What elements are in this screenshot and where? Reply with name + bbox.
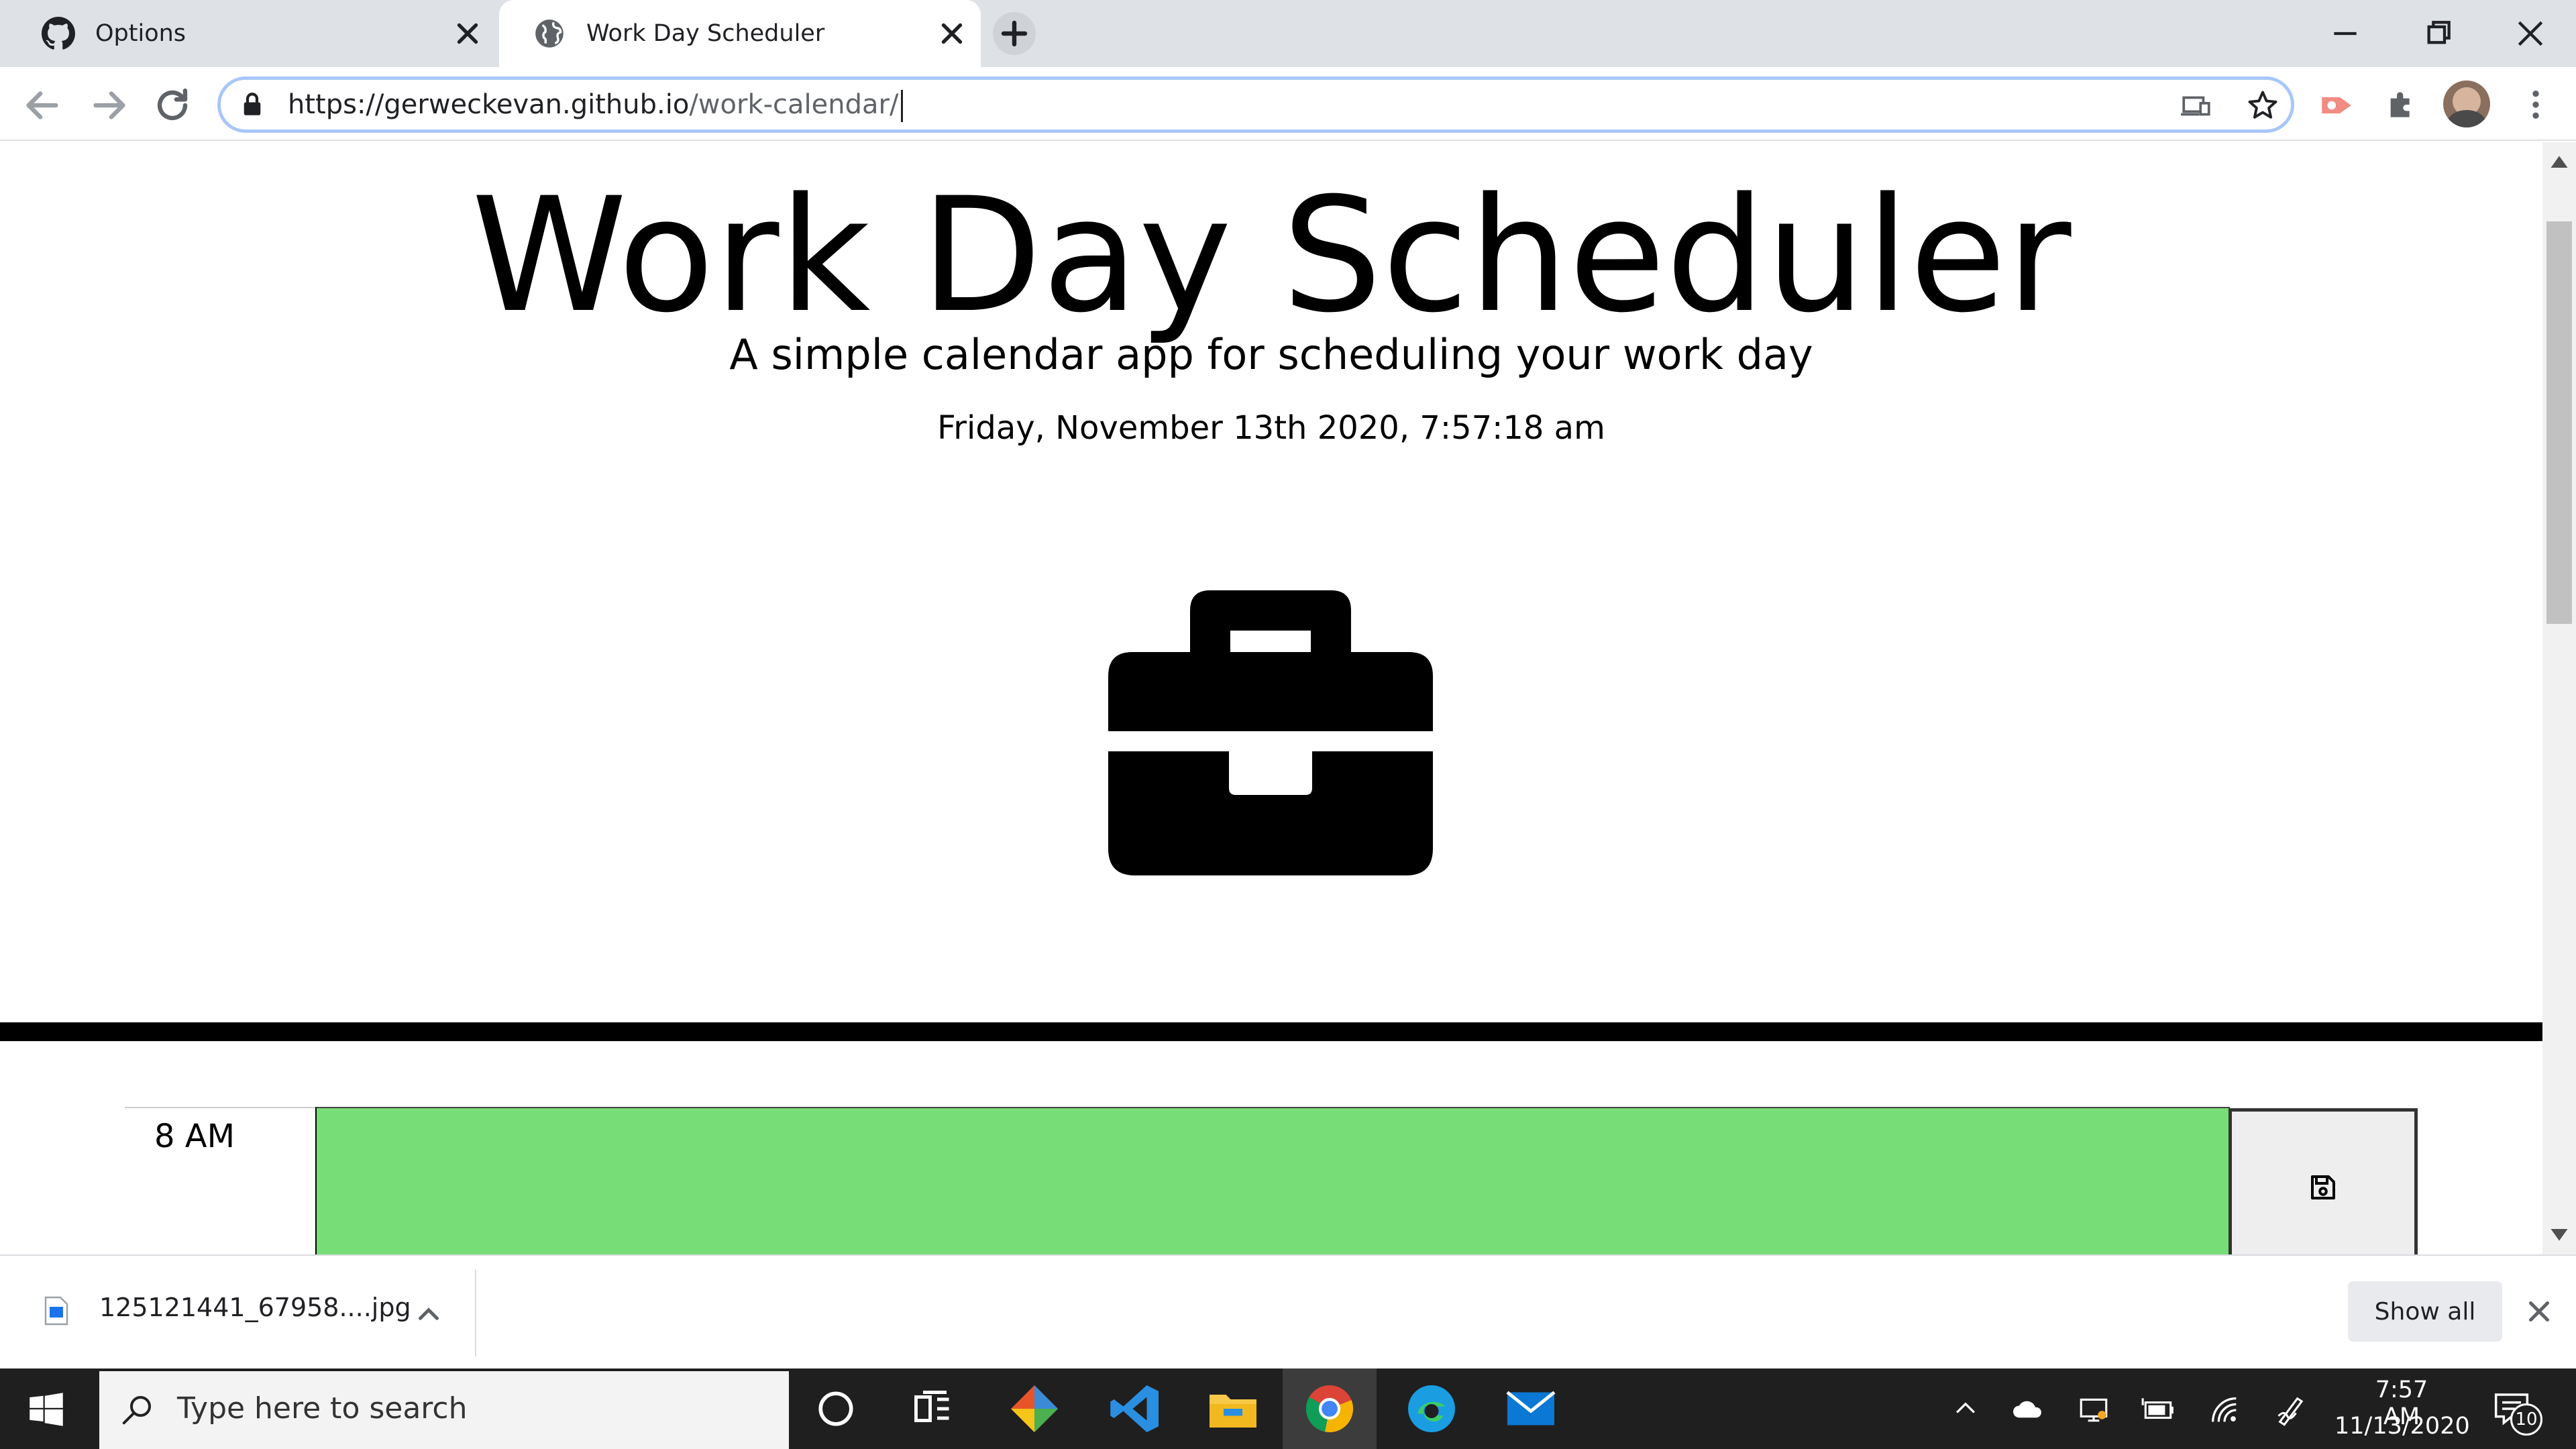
header-divider (0, 1022, 2542, 1041)
lock-icon[interactable] (238, 91, 266, 119)
search-placeholder: Type here to search (177, 1391, 468, 1426)
scrollbar-thumb[interactable] (2546, 221, 2572, 624)
search-icon (122, 1395, 152, 1425)
windows-taskbar: Type here to search 7:57 AM 11/13/2020 1… (0, 1368, 2576, 1449)
url-host: https://gerweckevan.github.io (288, 89, 690, 120)
chrome-icon (1305, 1385, 1354, 1433)
screencastify-extension-icon[interactable] (2317, 86, 2356, 125)
show-all-button[interactable]: Show all (2348, 1281, 2502, 1342)
taskbar-search-box[interactable]: Type here to search (99, 1371, 789, 1449)
browser-toolbar: https://gerweckevan.github.io/work-calen… (0, 67, 2576, 141)
cast-icon[interactable] (2180, 89, 2213, 123)
mail-icon[interactable] (1503, 1381, 1559, 1437)
image-file-icon (44, 1296, 68, 1326)
tab-options[interactable]: Options (8, 0, 496, 67)
edge-icon[interactable] (1403, 1381, 1460, 1437)
page-viewport: Work Day Scheduler A simple calendar app… (0, 142, 2542, 1254)
windows-start-icon[interactable] (28, 1391, 64, 1428)
text-caret (901, 90, 904, 122)
tab-work-day-scheduler[interactable]: Work Day Scheduler (499, 0, 981, 67)
pen-workspace-icon[interactable] (2274, 1393, 2309, 1428)
minimize-icon[interactable] (2318, 7, 2372, 60)
page-title: Work Day Scheduler (471, 164, 2072, 347)
wifi-icon[interactable] (2207, 1393, 2242, 1428)
chevron-up-icon[interactable] (1951, 1394, 1980, 1424)
close-icon[interactable] (451, 17, 484, 50)
file-explorer-icon[interactable] (1205, 1381, 1261, 1437)
download-file-name[interactable]: 125121441_67958....jpg (99, 1293, 411, 1322)
tab-work-day-scheduler-label: Work Day Scheduler (586, 20, 825, 47)
git-icon[interactable] (1006, 1381, 1063, 1437)
notification-count-badge: 10 (2510, 1403, 2542, 1436)
scroll-down-icon[interactable] (2551, 1229, 2568, 1242)
url-path: /work-calendar/ (689, 89, 899, 120)
current-day: Friday, November 13th 2020, 7:57:18 am (937, 409, 1605, 447)
url-text[interactable]: https://gerweckevan.github.io/work-calen… (288, 80, 904, 129)
close-icon[interactable] (935, 17, 969, 50)
task-view-icon[interactable] (904, 1381, 961, 1437)
profile-avatar[interactable] (2443, 80, 2490, 127)
battery-icon[interactable] (2140, 1394, 2176, 1425)
close-icon[interactable] (2522, 1295, 2556, 1328)
reload-icon[interactable] (149, 82, 196, 129)
onedrive-cloud-icon[interactable] (2010, 1394, 2046, 1424)
hour-label: 8 AM (125, 1107, 317, 1254)
tab-options-label: Options (95, 20, 186, 47)
download-shelf: 125121441_67958....jpg Show all (0, 1254, 2576, 1368)
restore-icon[interactable] (2411, 7, 2465, 60)
page-lead: A simple calendar app for scheduling you… (729, 330, 1813, 379)
save-floppy-icon (2311, 1175, 2335, 1199)
save-button[interactable] (2229, 1108, 2418, 1254)
cortana-icon[interactable] (808, 1381, 864, 1437)
tab-strip: Options Work Day Scheduler (0, 0, 2576, 67)
globe-icon (535, 19, 564, 48)
clock-date[interactable]: 11/13/2020 (2334, 1413, 2470, 1440)
star-icon[interactable] (2245, 88, 2280, 123)
github-icon (42, 17, 75, 50)
vscode-icon[interactable] (1107, 1381, 1163, 1437)
back-arrow-icon[interactable] (19, 82, 66, 129)
chrome-taskbar-active[interactable] (1283, 1368, 1377, 1449)
extensions-puzzle-icon[interactable] (2383, 86, 2420, 123)
time-block-textarea[interactable] (315, 1107, 2230, 1254)
briefcase-icon (1108, 590, 1433, 875)
display-settings-icon[interactable] (2077, 1393, 2110, 1426)
scroll-up-icon[interactable] (2551, 154, 2568, 168)
new-tab-button[interactable] (993, 12, 1036, 55)
address-bar[interactable]: https://gerweckevan.github.io/work-calen… (217, 76, 2294, 133)
plus-icon (1001, 20, 1028, 47)
more-menu-icon[interactable] (2517, 86, 2555, 123)
chevron-up-icon[interactable] (412, 1297, 445, 1331)
shelf-divider (475, 1269, 476, 1356)
window-close-icon[interactable] (2504, 7, 2557, 60)
forward-arrow-icon[interactable] (86, 82, 133, 129)
